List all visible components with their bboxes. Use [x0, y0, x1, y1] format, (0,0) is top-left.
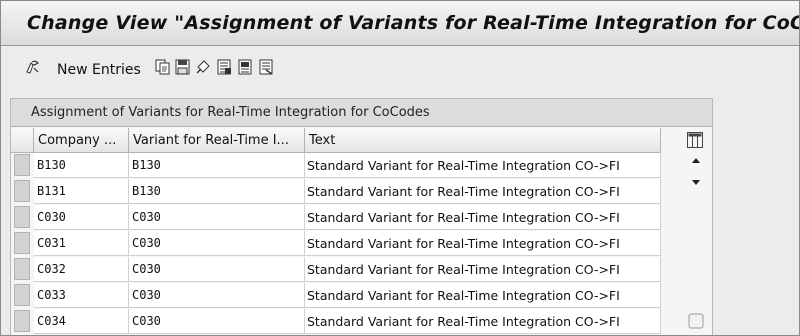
- cell-value: C030: [132, 262, 161, 276]
- table-row[interactable]: C033 C030 Standard Variant for Real-Time…: [11, 283, 661, 308]
- new-entries-button[interactable]: New Entries: [57, 62, 141, 78]
- cell-value: C034: [37, 314, 66, 328]
- cell-variant[interactable]: C030: [129, 309, 305, 334]
- table-control: Assignment of Variants for Real-Time Int…: [10, 98, 713, 335]
- undo-icon[interactable]: [195, 59, 210, 75]
- cell-company[interactable]: C033: [34, 283, 129, 308]
- copy-icon[interactable]: [155, 59, 170, 75]
- select-block-icon[interactable]: [238, 59, 253, 75]
- cell-value: B130: [132, 158, 161, 172]
- cell-text: Standard Variant for Real-Time Integrati…: [305, 231, 661, 256]
- cell-value: C031: [37, 236, 66, 250]
- column-header-label: Text: [309, 133, 336, 148]
- cell-value: Standard Variant for Real-Time Integrati…: [307, 184, 620, 199]
- display-change-icon[interactable]: [25, 59, 40, 75]
- cell-value: C032: [37, 262, 66, 276]
- row-selector[interactable]: [14, 154, 30, 176]
- cell-text: Standard Variant for Real-Time Integrati…: [305, 257, 661, 282]
- scroll-corner-box[interactable]: [688, 313, 704, 329]
- row-selector[interactable]: [14, 284, 30, 306]
- cell-value: Standard Variant for Real-Time Integrati…: [307, 236, 620, 251]
- cell-company[interactable]: B131: [34, 179, 129, 204]
- cell-value: Standard Variant for Real-Time Integrati…: [307, 314, 620, 329]
- row-selector[interactable]: [14, 258, 30, 280]
- cell-text: Standard Variant for Real-Time Integrati…: [305, 283, 661, 308]
- vertical-scrollbar[interactable]: [687, 153, 705, 333]
- cell-value: C030: [132, 236, 161, 250]
- title-bar: Change View "Assignment of Variants for …: [1, 1, 799, 46]
- cell-variant[interactable]: C030: [129, 257, 305, 282]
- save-icon[interactable]: [175, 59, 190, 75]
- window-title: Change View "Assignment of Variants for …: [27, 12, 800, 34]
- cell-value: B130: [132, 184, 161, 198]
- row-selector[interactable]: [14, 206, 30, 228]
- cell-company[interactable]: C034: [34, 309, 129, 334]
- sap-window: Change View "Assignment of Variants for …: [0, 0, 800, 336]
- cell-company[interactable]: B130: [34, 153, 129, 178]
- cell-variant[interactable]: C030: [129, 205, 305, 230]
- cell-variant[interactable]: C030: [129, 283, 305, 308]
- cell-value: Standard Variant for Real-Time Integrati…: [307, 210, 620, 225]
- deselect-all-icon[interactable]: [259, 59, 274, 75]
- column-header-text[interactable]: Text: [305, 128, 661, 153]
- select-all-column-header[interactable]: [11, 128, 34, 153]
- cell-variant[interactable]: B130: [129, 153, 305, 178]
- cell-text: Standard Variant for Real-Time Integrati…: [305, 205, 661, 230]
- select-all-icon[interactable]: [217, 59, 232, 75]
- cell-value: B131: [37, 184, 66, 198]
- cell-value: B130: [37, 158, 66, 172]
- cell-company[interactable]: C032: [34, 257, 129, 282]
- table-row[interactable]: B131 B130 Standard Variant for Real-Time…: [11, 179, 661, 204]
- cell-value: C030: [132, 314, 161, 328]
- row-selector[interactable]: [14, 310, 30, 332]
- column-header-label: Company ...: [38, 133, 117, 148]
- cell-value: Standard Variant for Real-Time Integrati…: [307, 262, 620, 277]
- cell-value: Standard Variant for Real-Time Integrati…: [307, 158, 620, 173]
- table-settings-icon[interactable]: [687, 132, 703, 148]
- table-row[interactable]: C034 C030 Standard Variant for Real-Time…: [11, 309, 661, 334]
- table-title-bar: Assignment of Variants for Real-Time Int…: [11, 99, 712, 127]
- table-title: Assignment of Variants for Real-Time Int…: [31, 105, 430, 120]
- scroll-down-icon[interactable]: [692, 180, 700, 185]
- table-row[interactable]: B130 B130 Standard Variant for Real-Time…: [11, 153, 661, 178]
- cell-text: Standard Variant for Real-Time Integrati…: [305, 309, 661, 334]
- cell-value: C030: [37, 210, 66, 224]
- column-header-label: Variant for Real-Time I...: [133, 133, 289, 148]
- column-header-variant[interactable]: Variant for Real-Time I...: [129, 128, 305, 153]
- cell-variant[interactable]: C030: [129, 231, 305, 256]
- cell-company[interactable]: C031: [34, 231, 129, 256]
- table-row[interactable]: C030 C030 Standard Variant for Real-Time…: [11, 205, 661, 230]
- cell-value: C033: [37, 288, 66, 302]
- row-selector[interactable]: [14, 180, 30, 202]
- row-selector[interactable]: [14, 232, 30, 254]
- table-row[interactable]: C031 C030 Standard Variant for Real-Time…: [11, 231, 661, 256]
- table-row[interactable]: C032 C030 Standard Variant for Real-Time…: [11, 257, 661, 282]
- cell-text: Standard Variant for Real-Time Integrati…: [305, 153, 661, 178]
- cell-text: Standard Variant for Real-Time Integrati…: [305, 179, 661, 204]
- cell-value: Standard Variant for Real-Time Integrati…: [307, 288, 620, 303]
- cell-company[interactable]: C030: [34, 205, 129, 230]
- scroll-up-icon[interactable]: [692, 158, 700, 163]
- cell-value: C030: [132, 288, 161, 302]
- column-header-company[interactable]: Company ...: [34, 128, 129, 153]
- cell-value: C030: [132, 210, 161, 224]
- cell-variant[interactable]: B130: [129, 179, 305, 204]
